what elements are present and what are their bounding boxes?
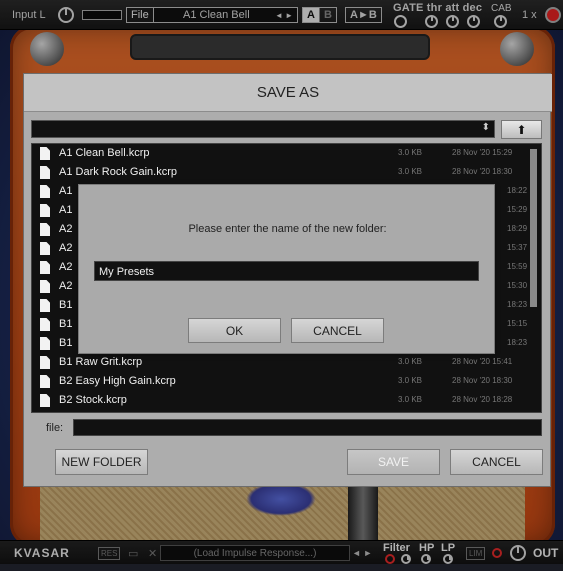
cancel-button[interactable]: CANCEL: [450, 449, 543, 475]
file-list-item[interactable]: B2 Stock.kcrp 3.0 KB 28 Nov '20 18:28: [32, 391, 530, 410]
file-icon: [40, 185, 50, 198]
file-name: B1: [59, 318, 73, 330]
file-date: 28 Nov '20 18:30: [452, 167, 513, 176]
file-size: 3.0 KB: [398, 357, 423, 366]
file-name: B1: [59, 337, 73, 349]
file-date: 15:29: [507, 205, 528, 214]
file-icon: [40, 375, 50, 388]
file-icon: [40, 147, 50, 160]
file-date: 18:23: [507, 300, 528, 309]
file-date: 18:29: [507, 224, 528, 233]
prompt-message: Please enter the name of the new folder:: [188, 223, 387, 235]
file-name: A1 Clean Bell.kcrp: [59, 147, 150, 159]
file-date: 15:59: [507, 262, 528, 271]
file-date: 28 Nov '20 18:28: [452, 395, 513, 404]
file-size: 3.0 KB: [398, 148, 423, 157]
file-list-item[interactable]: A1 Dark Rock Gain.kcrp 3.0 KB 28 Nov '20 1…: [32, 163, 530, 182]
file-list-item[interactable]: A1 Clean Bell.kcrp 3.0 KB 28 Nov '20 15:29: [32, 144, 530, 163]
file-date: 15:15: [507, 319, 528, 328]
file-date: 18:22: [507, 186, 528, 195]
filename-row: file:: [31, 418, 542, 438]
file-name: A2: [59, 242, 73, 254]
file-list-scrollbar[interactable]: [530, 149, 537, 307]
file-name: A2: [59, 261, 73, 273]
file-list-item[interactable]: B2 Easy High Gain.kcrp 3.0 KB 28 Nov '20 1…: [32, 372, 530, 391]
file-name: A1: [59, 185, 73, 197]
file-icon: [40, 337, 50, 350]
file-icon: [40, 356, 50, 369]
path-dropdown[interactable]: ⬍: [31, 120, 495, 138]
file-name: B2 Easy High Gain.kcrp: [59, 375, 176, 387]
file-name: A2: [59, 223, 73, 235]
file-date: 28 Nov '20 18:30: [452, 376, 513, 385]
new-folder-prompt: Please enter the name of the new folder:…: [78, 184, 495, 354]
file-size: 3.0 KB: [398, 167, 423, 176]
file-date: 18:23: [507, 338, 528, 347]
file-date: 28 Nov '20 15:29: [452, 148, 513, 157]
file-icon: [40, 299, 50, 312]
ok-button[interactable]: OK: [188, 318, 281, 343]
filename-input[interactable]: [73, 419, 542, 436]
file-name: B2 Stock.kcrp: [59, 394, 127, 406]
dialog-title: SAVE AS: [24, 74, 552, 112]
folder-name-input[interactable]: My Presets: [94, 261, 479, 281]
save-button[interactable]: SAVE: [347, 449, 440, 475]
up-arrow-icon: ⬆: [516, 122, 527, 137]
file-name: B1 Raw Grit.kcrp: [59, 356, 143, 368]
file-icon: [40, 261, 50, 274]
file-icon: [40, 204, 50, 217]
file-icon: [40, 280, 50, 293]
file-icon: [40, 242, 50, 255]
file-icon: [40, 223, 50, 236]
file-icon: [40, 166, 50, 179]
file-date: 28 Nov '20 15:41: [452, 357, 513, 366]
file-list-item[interactable]: B1 Raw Grit.kcrp 3.0 KB 28 Nov '20 15:41: [32, 353, 530, 372]
chevron-updown-icon: ⬍: [481, 122, 490, 133]
filename-label: file:: [46, 422, 64, 434]
file-icon: [40, 394, 50, 407]
file-name: B1: [59, 299, 73, 311]
file-icon: [40, 318, 50, 331]
file-date: 15:30: [507, 281, 528, 290]
file-name: A2: [59, 280, 73, 292]
file-size: 3.0 KB: [398, 376, 423, 385]
file-date: 15:37: [507, 243, 528, 252]
new-folder-button[interactable]: NEW FOLDER: [55, 449, 148, 475]
file-name: A1 Dark Rock Gain.kcrp: [59, 166, 177, 178]
file-name: A1: [59, 204, 73, 216]
prompt-cancel-button[interactable]: CANCEL: [291, 318, 384, 343]
file-size: 3.0 KB: [398, 395, 423, 404]
parent-folder-button[interactable]: ⬆: [501, 120, 542, 139]
